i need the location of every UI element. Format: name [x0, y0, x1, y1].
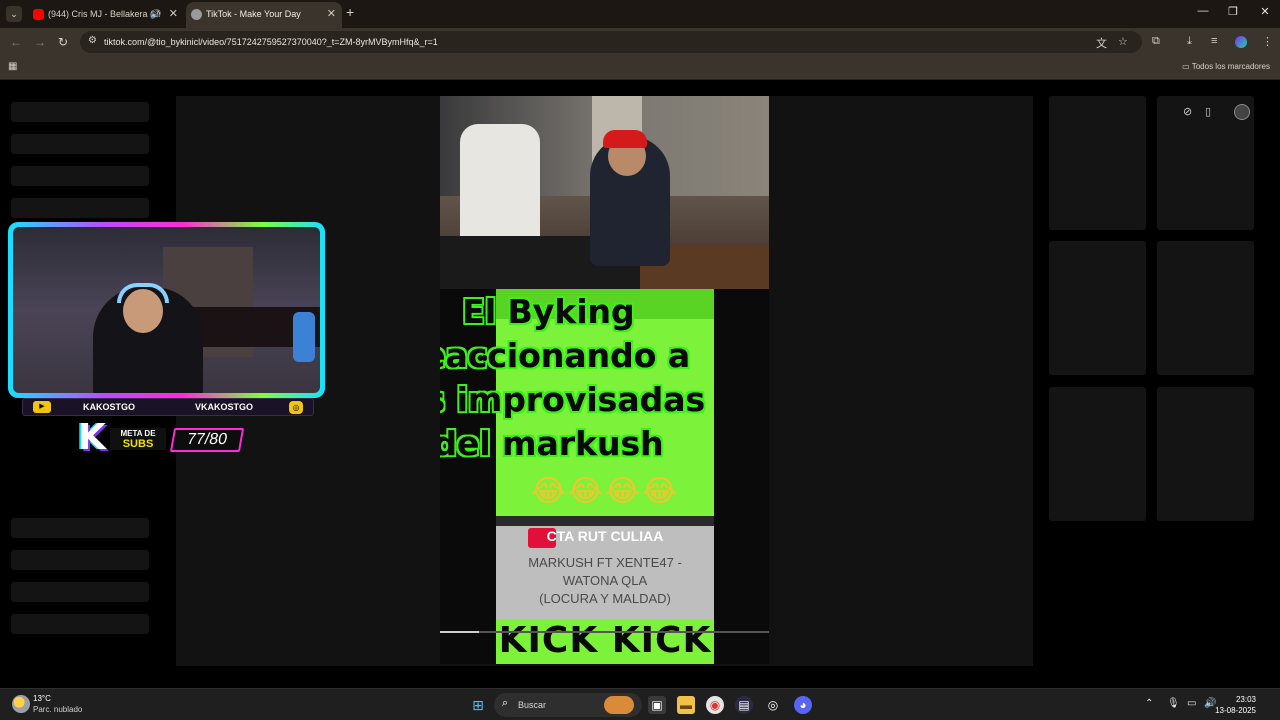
- youtube-icon: ▶: [33, 401, 51, 413]
- translate-icon[interactable]: 文: [1096, 35, 1107, 51]
- reload-icon[interactable]: ↻: [58, 35, 68, 49]
- video-progress-bar[interactable]: [440, 631, 769, 633]
- laughing-emojis: 😂😂😂😂: [530, 475, 680, 508]
- windows-start-icon[interactable]: ⊞: [469, 696, 487, 714]
- song-line: MARKUSH FT XENTE47 -: [528, 555, 682, 570]
- forward-arrow-icon[interactable]: →: [34, 35, 46, 49]
- compass-icon[interactable]: ⊘: [1183, 105, 1192, 118]
- tab-youtube[interactable]: (944) Cris MJ - Bellakera (Vi 🔊 ✕: [28, 2, 184, 28]
- browser-toolbar: ← → ↻ ⚙ tiktok.com/@tio_bykinicl/video/7…: [0, 28, 1280, 56]
- maximize-button[interactable]: ❐: [1218, 5, 1248, 18]
- sidebar-placeholder: [11, 614, 149, 634]
- temperature[interactable]: 13°C: [33, 694, 51, 704]
- windows-taskbar: 13°C Parc. nublado ⊞ ⌕ Buscar ▣ ▬ ◉ ▤ ◎ …: [0, 688, 1280, 720]
- network-icon[interactable]: ▭: [1187, 698, 1196, 709]
- minimize-button[interactable]: —: [1188, 5, 1218, 17]
- bookmarks-bar: ▦ ▭ Todos los marcadores: [0, 56, 1280, 80]
- webcam-frame: [8, 222, 325, 398]
- tab-search-dropdown-icon[interactable]: ⌄: [6, 6, 22, 22]
- microphone-icon[interactable]: 🎙: [1167, 698, 1180, 709]
- close-window-button[interactable]: ✕: [1250, 5, 1280, 18]
- phone-icon[interactable]: ▯: [1205, 105, 1211, 118]
- new-tab-button[interactable]: +: [346, 4, 354, 20]
- sidebar-placeholder: [11, 134, 149, 154]
- sub-goal-label: META DE SUBS: [110, 428, 166, 450]
- search-icon: ⌕: [502, 697, 509, 709]
- discord-icon[interactable]: ◕: [794, 696, 812, 714]
- account-avatar[interactable]: [1234, 104, 1250, 120]
- all-bookmarks-button[interactable]: ▭ Todos los marcadores: [1182, 62, 1270, 71]
- handle-right: VKAKOSTGO: [195, 402, 254, 412]
- sidebar-placeholder: [11, 198, 149, 218]
- related-placeholder: [1049, 387, 1146, 521]
- site-info-icon[interactable]: ⚙: [88, 35, 97, 46]
- media-controls-icon[interactable]: ≡: [1211, 35, 1217, 47]
- tiktok-favicon-icon: [191, 9, 202, 20]
- related-placeholder: [1049, 96, 1146, 230]
- related-placeholder: [1049, 241, 1146, 375]
- all-bookmarks-label: Todos los marcadores: [1191, 62, 1270, 71]
- speaker-icon[interactable]: 🔊: [150, 2, 161, 26]
- sidebar-placeholder: [11, 550, 149, 570]
- tab-tiktok[interactable]: TikTok - Make Your Day ✕: [186, 2, 342, 28]
- headline-line: las improvisadas: [440, 380, 706, 419]
- download-icon[interactable]: ⤓: [1187, 35, 1192, 48]
- close-tab-icon[interactable]: ✕: [169, 2, 178, 26]
- instagram-icon: ◎: [289, 401, 303, 414]
- tab-title: (944) Cris MJ - Bellakera (Vi: [48, 9, 160, 19]
- url-text[interactable]: tiktok.com/@tio_bykinicl/video/751724275…: [104, 31, 438, 53]
- k-logo: K: [78, 417, 106, 458]
- youtube-favicon-icon: [33, 9, 44, 20]
- weather-icon[interactable]: [12, 695, 30, 713]
- taskbar-search[interactable]: ⌕ Buscar: [494, 693, 642, 717]
- related-placeholder: [1157, 241, 1254, 375]
- sidebar-placeholder: [11, 582, 149, 602]
- sidebar-placeholder: [11, 102, 149, 122]
- sub-goal-count: 77/80: [169, 428, 245, 452]
- search-highlight-icon: [604, 696, 634, 714]
- kick-banner: KICK KICK: [496, 619, 714, 663]
- clock[interactable]: 23:03 13-08-2025: [1215, 694, 1256, 716]
- video-player[interactable]: El Byking reaccionando a las improvisada…: [440, 96, 769, 664]
- headline-line: reaccionando a: [440, 336, 691, 375]
- cta-text: CTA RUT CULIAA: [546, 528, 664, 544]
- sidebar-placeholder: [11, 166, 149, 186]
- search-label: Buscar: [518, 700, 547, 710]
- video-scene: [440, 96, 769, 289]
- meta-subs: SUBS: [122, 438, 154, 450]
- song-line: WATONA QLA: [562, 573, 648, 588]
- weather-condition[interactable]: Parc. nublado: [33, 705, 82, 715]
- app-icon[interactable]: ▤: [735, 696, 753, 714]
- time: 23:03: [1235, 695, 1256, 704]
- file-explorer-icon[interactable]: ▬: [677, 696, 695, 714]
- related-placeholder: [1157, 387, 1254, 521]
- social-handles-bar: ▶ KAKOSTGO VKAKOSTGO ◎: [22, 398, 314, 416]
- menu-kebab-icon[interactable]: ⋮: [1262, 35, 1273, 48]
- tray-chevron-icon[interactable]: ⌃: [1145, 698, 1153, 709]
- profile-avatar-icon[interactable]: [1235, 36, 1247, 48]
- apps-grid-icon[interactable]: ▦: [8, 61, 17, 72]
- video-headline: El Byking reaccionando a las improvisada…: [440, 290, 713, 466]
- address-bar[interactable]: ⚙ tiktok.com/@tio_bykinicl/video/7517242…: [80, 31, 1142, 53]
- date: 13-08-2025: [1215, 706, 1256, 715]
- headline-line: El Byking: [462, 292, 635, 331]
- close-tab-icon[interactable]: ✕: [327, 2, 336, 26]
- song-line: (LOCURA Y MALDAD): [539, 591, 671, 606]
- video-progress-fill: [440, 631, 480, 633]
- obs-icon[interactable]: ◎: [764, 696, 782, 714]
- stream-overlay: ▶ KAKOSTGO VKAKOSTGO ◎ K META DE SUBS 77…: [8, 222, 325, 462]
- tab-bar: ⌄ (944) Cris MJ - Bellakera (Vi 🔊 ✕ TikT…: [0, 0, 1280, 28]
- meta-label: META DE: [120, 429, 156, 438]
- bookmark-star-icon[interactable]: ☆: [1118, 35, 1128, 48]
- back-arrow-icon[interactable]: ←: [10, 35, 22, 49]
- handle-left: KAKOSTGO: [83, 402, 136, 412]
- chrome-icon[interactable]: ◉: [706, 696, 724, 714]
- webcam-feed: [13, 227, 320, 393]
- tab-title: TikTok - Make Your Day: [206, 9, 301, 19]
- screen: ⌄ (944) Cris MJ - Bellakera (Vi 🔊 ✕ TikT…: [0, 0, 1280, 720]
- sidebar-placeholder: [11, 518, 149, 538]
- headline-line: del markush: [440, 424, 664, 463]
- extensions-icon[interactable]: ⧉: [1152, 35, 1160, 48]
- task-view-icon[interactable]: ▣: [648, 696, 666, 714]
